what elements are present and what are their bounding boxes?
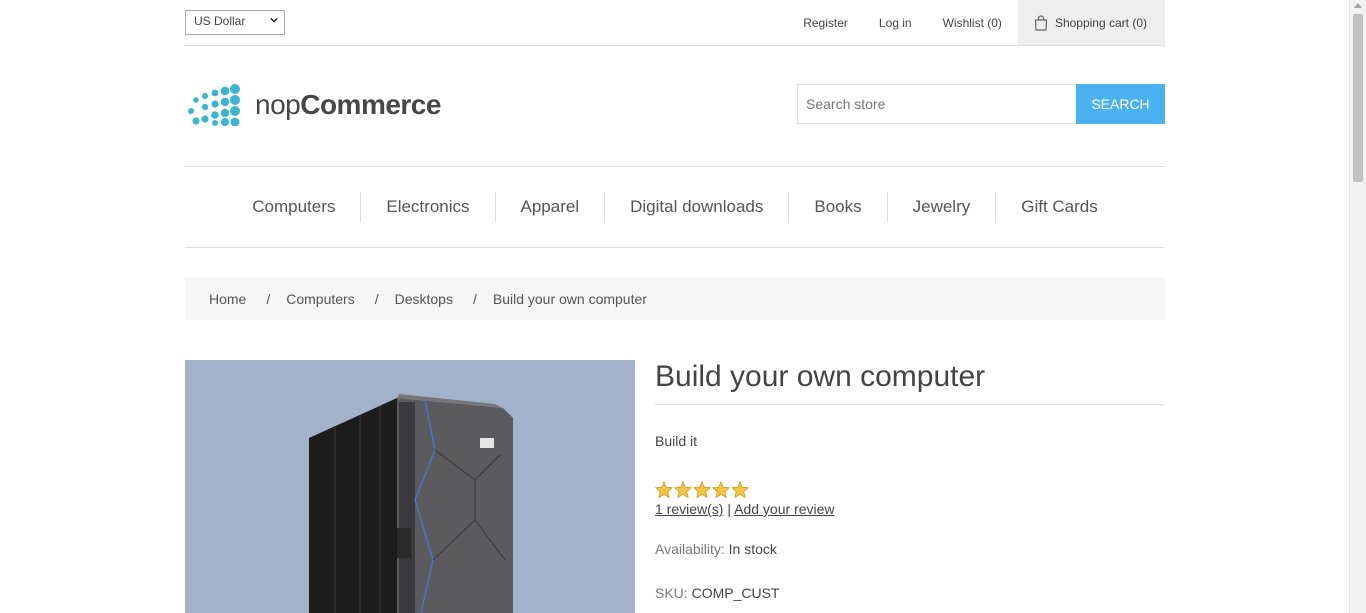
breadcrumb-separator: / xyxy=(266,291,271,307)
scrollbar-thumb[interactable] xyxy=(1353,14,1363,182)
availability-value: In stock xyxy=(728,541,777,557)
menu-item-electronics[interactable]: Electronics xyxy=(361,192,496,222)
menu-item-apparel[interactable]: Apparel xyxy=(496,192,606,222)
star-icon xyxy=(712,481,730,498)
store-logo[interactable]: nopCommerce xyxy=(187,84,441,126)
menu-item-digital-downloads[interactable]: Digital downloads xyxy=(605,192,790,222)
sku-label: SKU: xyxy=(655,585,688,601)
star-icon xyxy=(693,481,711,498)
availability-label: Availability: xyxy=(655,541,725,557)
chevron-down-icon xyxy=(270,17,278,23)
breadcrumb-computers[interactable]: Computers xyxy=(286,291,354,307)
reviews-separator: | xyxy=(727,501,731,517)
product-details: Build your own computer Build it 1 revie… xyxy=(655,360,1165,601)
breadcrumb-desktops[interactable]: Desktops xyxy=(395,291,453,307)
star-icon xyxy=(655,481,673,498)
menu-item-gift-cards[interactable]: Gift Cards xyxy=(996,192,1123,222)
header-top-bar: US Dollar Register Log in Wishlist (0) S… xyxy=(185,0,1165,46)
nopcommerce-logo-icon xyxy=(188,84,240,126)
menu-item-jewelry[interactable]: Jewelry xyxy=(888,192,997,222)
menu-item-books[interactable]: Books xyxy=(789,192,888,222)
currency-selected-value: US Dollar xyxy=(194,14,246,28)
breadcrumb-home[interactable]: Home xyxy=(209,291,246,307)
menu-item-computers[interactable]: Computers xyxy=(227,192,362,222)
wishlist-link[interactable]: Wishlist (0) xyxy=(943,16,1002,30)
breadcrumb-separator: / xyxy=(374,291,379,307)
logo-prefix: nop xyxy=(255,89,301,120)
logo-wordmark: nopCommerce xyxy=(255,89,441,121)
currency-selector[interactable]: US Dollar xyxy=(185,10,285,35)
reviews-count-link[interactable]: 1 review(s) xyxy=(655,501,723,517)
search-input[interactable] xyxy=(797,84,1076,124)
shopping-cart-label: Shopping cart (0) xyxy=(1054,15,1147,30)
breadcrumb-current: Build your own computer xyxy=(492,291,647,307)
product-reviews-links: 1 review(s) | Add your review xyxy=(655,501,1165,517)
main-menu: Computers Electronics Apparel Digital do… xyxy=(185,166,1165,248)
computer-tower-image xyxy=(309,394,513,613)
logo-brand: Commerce xyxy=(300,89,441,120)
breadcrumb-separator: / xyxy=(472,291,477,307)
product-image[interactable] xyxy=(185,360,635,613)
shopping-bag-icon xyxy=(1034,14,1048,31)
header-links: Register Log in Wishlist (0) Shopping ca… xyxy=(772,0,1165,45)
login-link[interactable]: Log in xyxy=(879,16,912,30)
product-rating xyxy=(655,481,1165,498)
star-icon xyxy=(731,481,749,498)
search-button[interactable]: Search xyxy=(1076,84,1165,124)
star-icon xyxy=(674,481,692,498)
shopping-cart-link[interactable]: Shopping cart (0) xyxy=(1017,0,1165,45)
sku-value: COMP_CUST xyxy=(691,585,780,601)
register-link[interactable]: Register xyxy=(803,16,848,30)
product-sku: SKU: COMP_CUST xyxy=(655,585,1165,601)
product-title: Build your own computer xyxy=(655,360,1165,405)
product-availability: Availability: In stock xyxy=(655,541,1165,557)
add-review-link[interactable]: Add your review xyxy=(734,501,834,517)
page-scrollbar[interactable] xyxy=(1349,0,1366,613)
search-box: Search xyxy=(797,84,1165,124)
product-short-description: Build it xyxy=(655,433,698,449)
scroll-up-arrow-icon[interactable] xyxy=(1354,3,1362,8)
breadcrumb: Home / Computers / Desktops / Build your… xyxy=(185,278,1165,320)
